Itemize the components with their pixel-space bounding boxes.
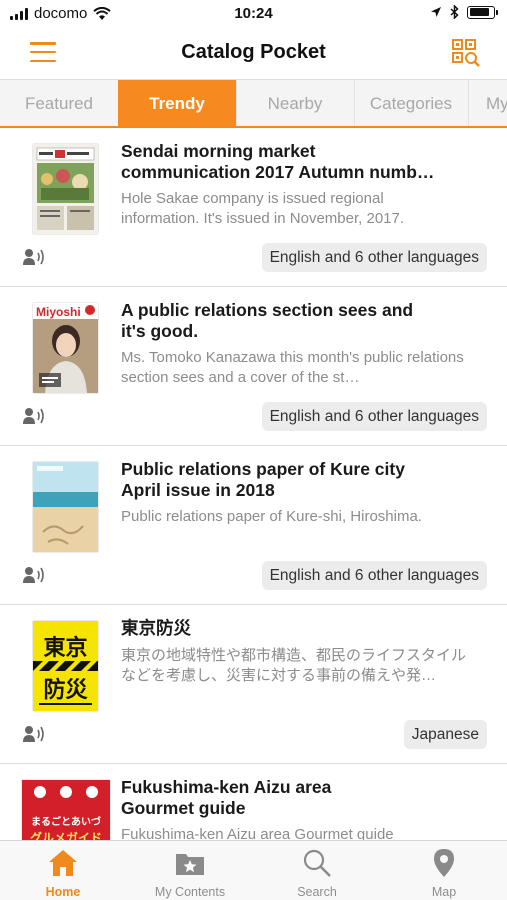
nav-bar: Catalog Pocket (0, 28, 507, 78)
catalog-cover-image: まるごとあいづ グルメガイド (22, 780, 110, 840)
item-description: Fukushima-ken Aizu area Gourmet guide (121, 826, 394, 840)
tab-search[interactable]: Search (254, 841, 380, 900)
catalog-cover-image (33, 144, 98, 234)
tab-search-label: Search (297, 885, 337, 899)
cover-title-bottom: 防災 (43, 678, 88, 703)
map-pin-icon (434, 849, 454, 877)
item-title: Sendai morning market communication 2017… (121, 141, 435, 182)
catalog-cover-image: 東京 防災 (33, 621, 98, 711)
tab-my[interactable]: My (468, 80, 507, 126)
tab-map-label: Map (431, 885, 457, 899)
list-item[interactable]: Sendai morning market communication 2017… (0, 128, 507, 287)
status-right (430, 5, 498, 19)
item-title: 東京防災 (121, 618, 191, 638)
tab-map[interactable]: Map (381, 841, 507, 900)
folder-star-icon (176, 854, 204, 875)
tab-home-label: Home (45, 885, 81, 899)
tab-my-contents-label: My Contents (154, 885, 226, 899)
list-item[interactable]: 東京 防災 東京防災 東京の地域特性や都市構造、都民のライフスタイルなどを考慮し… (0, 605, 507, 764)
language-badge[interactable]: English and 6 other languages (261, 402, 487, 431)
catalog-cover-image (33, 462, 98, 552)
cover-masthead: Miyoshi (36, 305, 81, 319)
cover-title-top: 東京 (43, 635, 87, 661)
item-description: 東京の地域特性や都市構造、都民のライフスタイルなどを考慮し、災害に対する事前の備… (121, 647, 467, 684)
language-badge[interactable]: Japanese (403, 720, 487, 749)
catalog-cover-image: Miyoshi (33, 303, 98, 393)
battery-fill (469, 8, 490, 16)
audio-guide-icon[interactable] (22, 566, 46, 584)
bluetooth-icon (450, 5, 459, 19)
home-icon (49, 850, 77, 876)
tab-nearby[interactable]: Nearby (236, 80, 354, 126)
list-item[interactable]: Miyoshi A public relations section sees … (0, 287, 507, 446)
item-title: A public relations section sees and it's… (121, 300, 414, 341)
status-bar: docomo 10:24 (0, 0, 507, 28)
category-tab-bar: Featured Trendy Nearby Categories My (0, 79, 507, 128)
tab-categories[interactable]: Categories (354, 80, 468, 126)
tab-trendy[interactable]: Trendy (118, 80, 236, 126)
audio-guide-icon[interactable] (22, 407, 46, 425)
list-item[interactable]: まるごとあいづ グルメガイド Fukushima-ken Aizu area G… (0, 764, 507, 840)
qr-scan-icon[interactable] (451, 38, 481, 68)
tab-home[interactable]: Home (0, 841, 126, 900)
audio-guide-icon[interactable] (22, 248, 46, 266)
item-title: Public relations paper of Kure city Apri… (121, 459, 405, 500)
language-badge[interactable]: English and 6 other languages (261, 243, 487, 272)
tab-my-contents[interactable]: My Contents (127, 841, 253, 900)
tab-featured[interactable]: Featured (0, 80, 118, 126)
audio-guide-icon[interactable] (22, 725, 46, 743)
battery-icon (467, 5, 498, 19)
cover-title: グルメガイド (30, 830, 102, 840)
item-title: Fukushima-ken Aizu area Gourmet guide (121, 777, 332, 818)
search-icon (303, 849, 331, 877)
list-item[interactable]: Public relations paper of Kure city Apri… (0, 446, 507, 605)
item-description: Hole Sakae company is issued regional in… (121, 190, 405, 227)
cover-subtitle: まるごとあいづ (31, 815, 101, 828)
location-icon (431, 7, 441, 17)
item-description: Ms. Tomoko Kanazawa this month's public … (121, 349, 464, 386)
catalog-list: Sendai morning market communication 2017… (0, 128, 507, 840)
language-badge[interactable]: English and 6 other languages (261, 561, 487, 590)
page-title: Catalog Pocket (181, 41, 326, 63)
bottom-tab-bar: Home My Contents Search Map (0, 840, 507, 900)
item-description: Public relations paper of Kure-shi, Hiro… (121, 508, 422, 525)
